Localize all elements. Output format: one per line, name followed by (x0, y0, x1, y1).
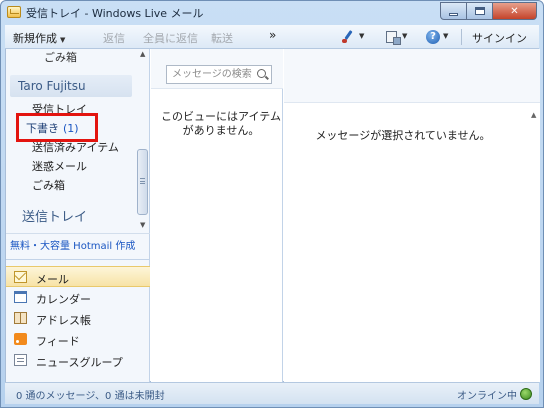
chevron-down-icon[interactable]: ▼ (359, 32, 364, 40)
message-count-status: 0 通のメッセージ、0 通は未開封 (16, 391, 165, 402)
mail-icon (14, 271, 27, 283)
online-status[interactable]: オンライン中 (457, 387, 517, 402)
red-highlight-box (16, 113, 98, 142)
rss-feed-icon (14, 333, 27, 345)
chevron-down-icon[interactable]: ▼ (402, 32, 407, 40)
nav-calendar-label: カレンダー (36, 293, 91, 306)
more-commands-button[interactable]: » (269, 28, 276, 42)
empty-list-line: このビューにはアイテム (161, 110, 281, 123)
search-input[interactable] (167, 66, 253, 83)
scroll-thumb[interactable] (137, 149, 148, 215)
nav-contacts-label: アドレス帳 (36, 314, 91, 327)
folder-trash-partial[interactable]: ごみ箱 (44, 49, 77, 65)
nav-mail[interactable]: メール (6, 266, 150, 287)
address-book-icon (14, 312, 27, 324)
nav-feeds-label: フィード (36, 335, 80, 348)
account-header[interactable]: Taro Fujitsu (10, 75, 132, 97)
divider (6, 233, 150, 234)
chevron-down-icon[interactable]: ▼ (443, 32, 448, 40)
signin-button[interactable]: サインイン (472, 30, 527, 46)
title-bar[interactable]: 受信トレイ - Windows Live メール ✕ (1, 1, 543, 25)
scroll-up-arrow-icon[interactable]: ▲ (531, 111, 536, 119)
maximize-icon (474, 7, 485, 15)
nav-contacts[interactable]: アドレス帳 (6, 308, 150, 329)
folder-pane: ごみ箱 Taro Fujitsu 受信トレイ 下書き (1) 送信済みアイテム 迷… (6, 49, 150, 382)
nav-calendar[interactable]: カレンダー (6, 287, 150, 308)
search-icon[interactable] (257, 69, 266, 78)
window-controls: ✕ (440, 2, 537, 20)
reply-button[interactable]: 返信 (103, 30, 125, 46)
close-icon: ✕ (510, 5, 519, 17)
tools-menu-icon[interactable] (386, 31, 401, 45)
folder-scrollbar[interactable]: ▲ ▼ (136, 49, 149, 231)
folder-trash[interactable]: ごみ箱 (32, 177, 65, 193)
folder-sent[interactable]: 送信済みアイテム (32, 139, 119, 155)
close-button[interactable]: ✕ (493, 2, 537, 20)
nav-newsgroups[interactable]: ニュースグループ (6, 350, 150, 371)
outbox-header[interactable]: 送信トレイ (22, 206, 87, 225)
nav-newsgroups-label: ニュースグループ (36, 356, 123, 369)
online-status-icon[interactable] (520, 388, 532, 400)
reading-scrollbar[interactable]: ▲ (528, 103, 540, 382)
chevron-down-icon: ▼ (60, 36, 66, 44)
new-button-label: 新規作成 (13, 32, 57, 45)
help-icon[interactable]: ? (426, 30, 440, 44)
scroll-down-arrow-icon[interactable]: ▼ (140, 221, 145, 229)
mail-app-icon (7, 6, 21, 18)
nav-mail-label: メール (36, 273, 69, 286)
status-bar: 0 通のメッセージ、0 通は未開封 オンライン中 (5, 382, 539, 404)
minimize-button[interactable] (440, 2, 467, 20)
empty-list-message: このビューにはアイテム がありません。 (161, 110, 281, 138)
reading-pane: メッセージが選択されていません。 ▲ (284, 49, 540, 382)
main-content: ごみ箱 Taro Fujitsu 受信トレイ 下書き (1) 送信済みアイテム 迷… (5, 49, 540, 382)
reply-all-button[interactable]: 全員に返信 (143, 30, 198, 46)
minimize-icon (449, 12, 458, 16)
scroll-up-arrow-icon[interactable]: ▲ (140, 50, 145, 58)
forward-button[interactable]: 転送 (211, 30, 233, 46)
toolbar: 新規作成 ▼ 返信 全員に返信 転送 » ▼ ▼ ? ▼ サインイン (5, 25, 539, 49)
paintbrush-icon[interactable] (341, 30, 355, 44)
empty-list-line: がありません。 (182, 124, 260, 137)
hotmail-signup-link[interactable]: 無料・大容量 Hotmail 作成 (10, 237, 135, 252)
message-list-pane: このビューにはアイテム がありません。 (151, 49, 283, 382)
calendar-icon (14, 291, 27, 303)
search-box[interactable] (166, 65, 272, 84)
reading-pane-header (284, 49, 540, 103)
nav-feeds[interactable]: フィード (6, 329, 150, 350)
maximize-button[interactable] (467, 2, 493, 20)
grip-icon (140, 178, 145, 184)
message-list-header (151, 49, 283, 89)
app-window: 受信トレイ - Windows Live メール ✕ 新規作成 ▼ 返信 全員に返… (0, 0, 544, 408)
divider (6, 259, 150, 260)
newsgroup-icon (14, 354, 27, 366)
toolbar-divider (461, 29, 462, 45)
window-title: 受信トレイ - Windows Live メール (26, 7, 204, 20)
folder-junk[interactable]: 迷惑メール (32, 158, 87, 174)
new-button[interactable]: 新規作成 ▼ (13, 30, 65, 46)
no-message-selected-text: メッセージが選択されていません。 (315, 129, 491, 142)
